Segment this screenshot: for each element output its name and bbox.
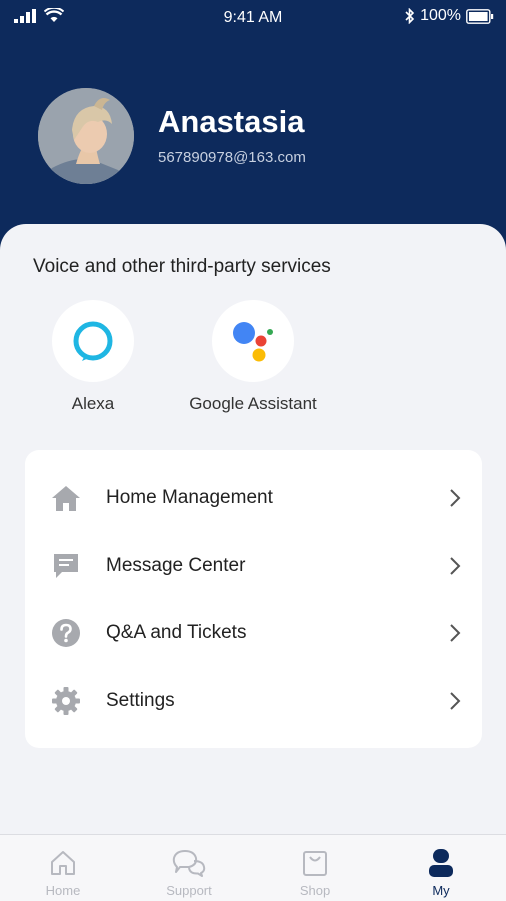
- question-icon: [51, 618, 81, 648]
- tab-label: Support: [166, 883, 212, 898]
- person-icon: [378, 845, 504, 881]
- google-assistant-icon: [212, 300, 294, 382]
- tab-label: My: [432, 883, 450, 898]
- profile-email: 567890978@163.com: [158, 149, 306, 166]
- home-icon: [51, 483, 81, 513]
- chevron-right-icon: [450, 691, 461, 710]
- tab-my[interactable]: My: [378, 835, 504, 901]
- message-icon: [51, 551, 81, 581]
- gear-icon: [51, 686, 81, 716]
- services-title: Voice and other third-party services: [33, 256, 331, 277]
- menu-item-label: Home Management: [106, 486, 273, 508]
- tab-support[interactable]: Support: [126, 835, 252, 901]
- menu-item-message-center[interactable]: Message Center: [25, 532, 482, 599]
- tab-bar: Home Support Shop My: [0, 834, 506, 901]
- menu-item-home-management[interactable]: Home Management: [25, 464, 482, 531]
- chevron-right-icon: [450, 488, 461, 507]
- profile-name: Anastasia: [158, 104, 305, 139]
- avatar[interactable]: [38, 88, 134, 184]
- bluetooth-icon: [405, 8, 415, 24]
- menu-item-label: Q&A and Tickets: [106, 621, 247, 643]
- alexa-icon: [52, 300, 134, 382]
- chevron-right-icon: [450, 623, 461, 642]
- status-right: 100%: [405, 7, 494, 25]
- battery-percent: 100%: [420, 7, 461, 24]
- service-google-assistant[interactable]: Google Assistant: [168, 300, 338, 414]
- chevron-right-icon: [450, 556, 461, 575]
- home-outline-icon: [0, 845, 126, 881]
- menu-item-label: Settings: [106, 689, 175, 711]
- profile-header: 9:41 AM 100% Anastasia 567890978@163.com: [0, 0, 506, 260]
- chat-icon: [126, 845, 252, 881]
- menu-card: Home Management Message Center Q&A and T…: [25, 450, 482, 748]
- status-bar: 9:41 AM 100%: [0, 0, 506, 34]
- service-alexa[interactable]: Alexa: [8, 300, 178, 414]
- tab-shop[interactable]: Shop: [252, 835, 378, 901]
- menu-item-settings[interactable]: Settings: [25, 667, 482, 734]
- service-label: Alexa: [71, 394, 115, 413]
- shop-bag-icon: [252, 845, 378, 881]
- menu-item-qa-tickets[interactable]: Q&A and Tickets: [25, 599, 482, 666]
- menu-item-label: Message Center: [106, 554, 246, 576]
- battery-icon: [466, 8, 494, 24]
- tab-label: Shop: [299, 883, 331, 898]
- tab-home[interactable]: Home: [0, 835, 126, 901]
- tab-label: Home: [45, 883, 81, 898]
- service-label: Google Assistant: [189, 394, 317, 413]
